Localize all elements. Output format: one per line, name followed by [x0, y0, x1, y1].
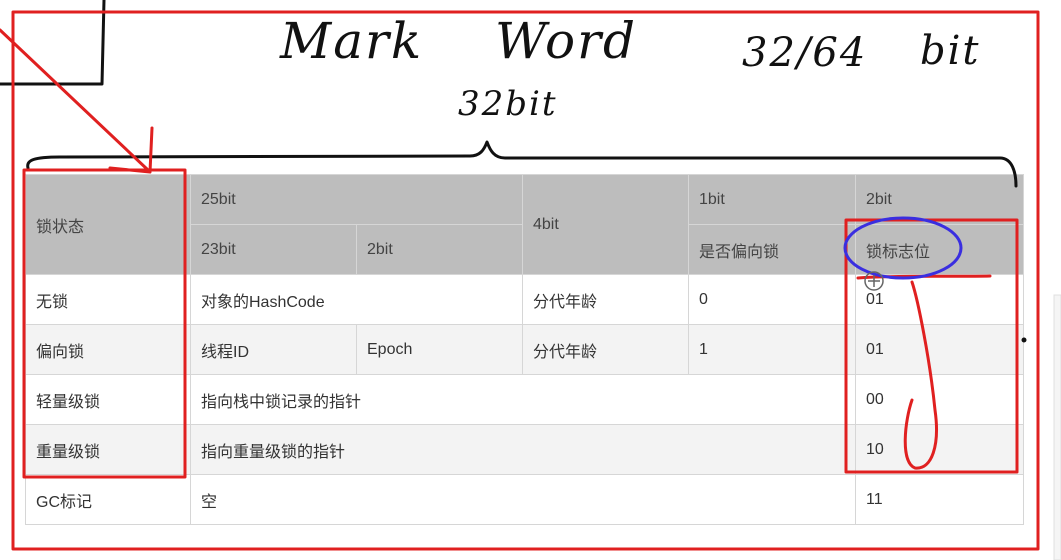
row-hashcode: 对象的HashCode [190, 274, 523, 325]
bit-label-handwritten: bit [920, 28, 981, 74]
red-arrow-icon [0, 28, 154, 174]
row-biased: 1 [688, 324, 856, 375]
header-lock-state: 锁状态 [25, 174, 191, 275]
row-age: 分代年龄 [522, 274, 689, 325]
title-word-handwritten: Word [495, 12, 638, 70]
row-flag: 01 [855, 324, 1024, 375]
row-flag: 10 [855, 424, 1024, 475]
row-biased: 0 [688, 274, 856, 325]
row-epoch: Epoch [356, 324, 523, 375]
black-box-outline [0, 0, 106, 86]
table-row-gc-mark: GC标记 空 11 [25, 474, 1024, 525]
size-label-handwritten: 32/64 [742, 30, 868, 76]
row-state: GC标记 [25, 474, 191, 525]
row-thread-id: 线程ID [190, 324, 357, 375]
width-label-handwritten: 32bit [458, 84, 558, 124]
right-edge-strip [1053, 294, 1061, 560]
header-lock-flag: 锁标志位 [855, 224, 1024, 275]
table-row-biased: 偏向锁 线程ID Epoch 分代年龄 1 01 [25, 324, 1024, 375]
mark-word-table: 锁状态 25bit 4bit 1bit 2bit 23bit 2bit 是否偏向… [25, 174, 1024, 525]
row-pointer: 指向重量级锁的指针 [190, 424, 856, 475]
header-2bit: 2bit [855, 174, 1024, 225]
table-row-unlocked: 无锁 对象的HashCode 分代年龄 0 01 [25, 274, 1024, 325]
row-pointer: 空 [190, 474, 856, 525]
row-state: 偏向锁 [25, 324, 191, 375]
header-4bit: 4bit [522, 174, 689, 275]
header-1bit: 1bit [688, 174, 856, 225]
row-state: 无锁 [25, 274, 191, 325]
row-age: 分代年龄 [522, 324, 689, 375]
table-row-heavyweight: 重量级锁 指向重量级锁的指针 10 [25, 424, 1024, 475]
header-biased-flag: 是否偏向锁 [688, 224, 856, 275]
row-flag: 00 [855, 374, 1024, 425]
row-pointer: 指向栈中锁记录的指针 [190, 374, 856, 425]
row-state: 重量级锁 [25, 424, 191, 475]
header-row-1: 锁状态 25bit 4bit 1bit 2bit [25, 174, 1024, 275]
row-state: 轻量级锁 [25, 374, 191, 425]
table-row-lightweight: 轻量级锁 指向栈中锁记录的指针 00 [25, 374, 1024, 425]
row-flag: 11 [855, 474, 1024, 525]
title-mark-handwritten: Mark [280, 12, 424, 70]
header-25bit: 25bit [190, 174, 523, 225]
header-23bit: 23bit [190, 224, 357, 275]
header-2bit-epoch: 2bit [356, 224, 523, 275]
row-flag: 01 [855, 274, 1024, 325]
